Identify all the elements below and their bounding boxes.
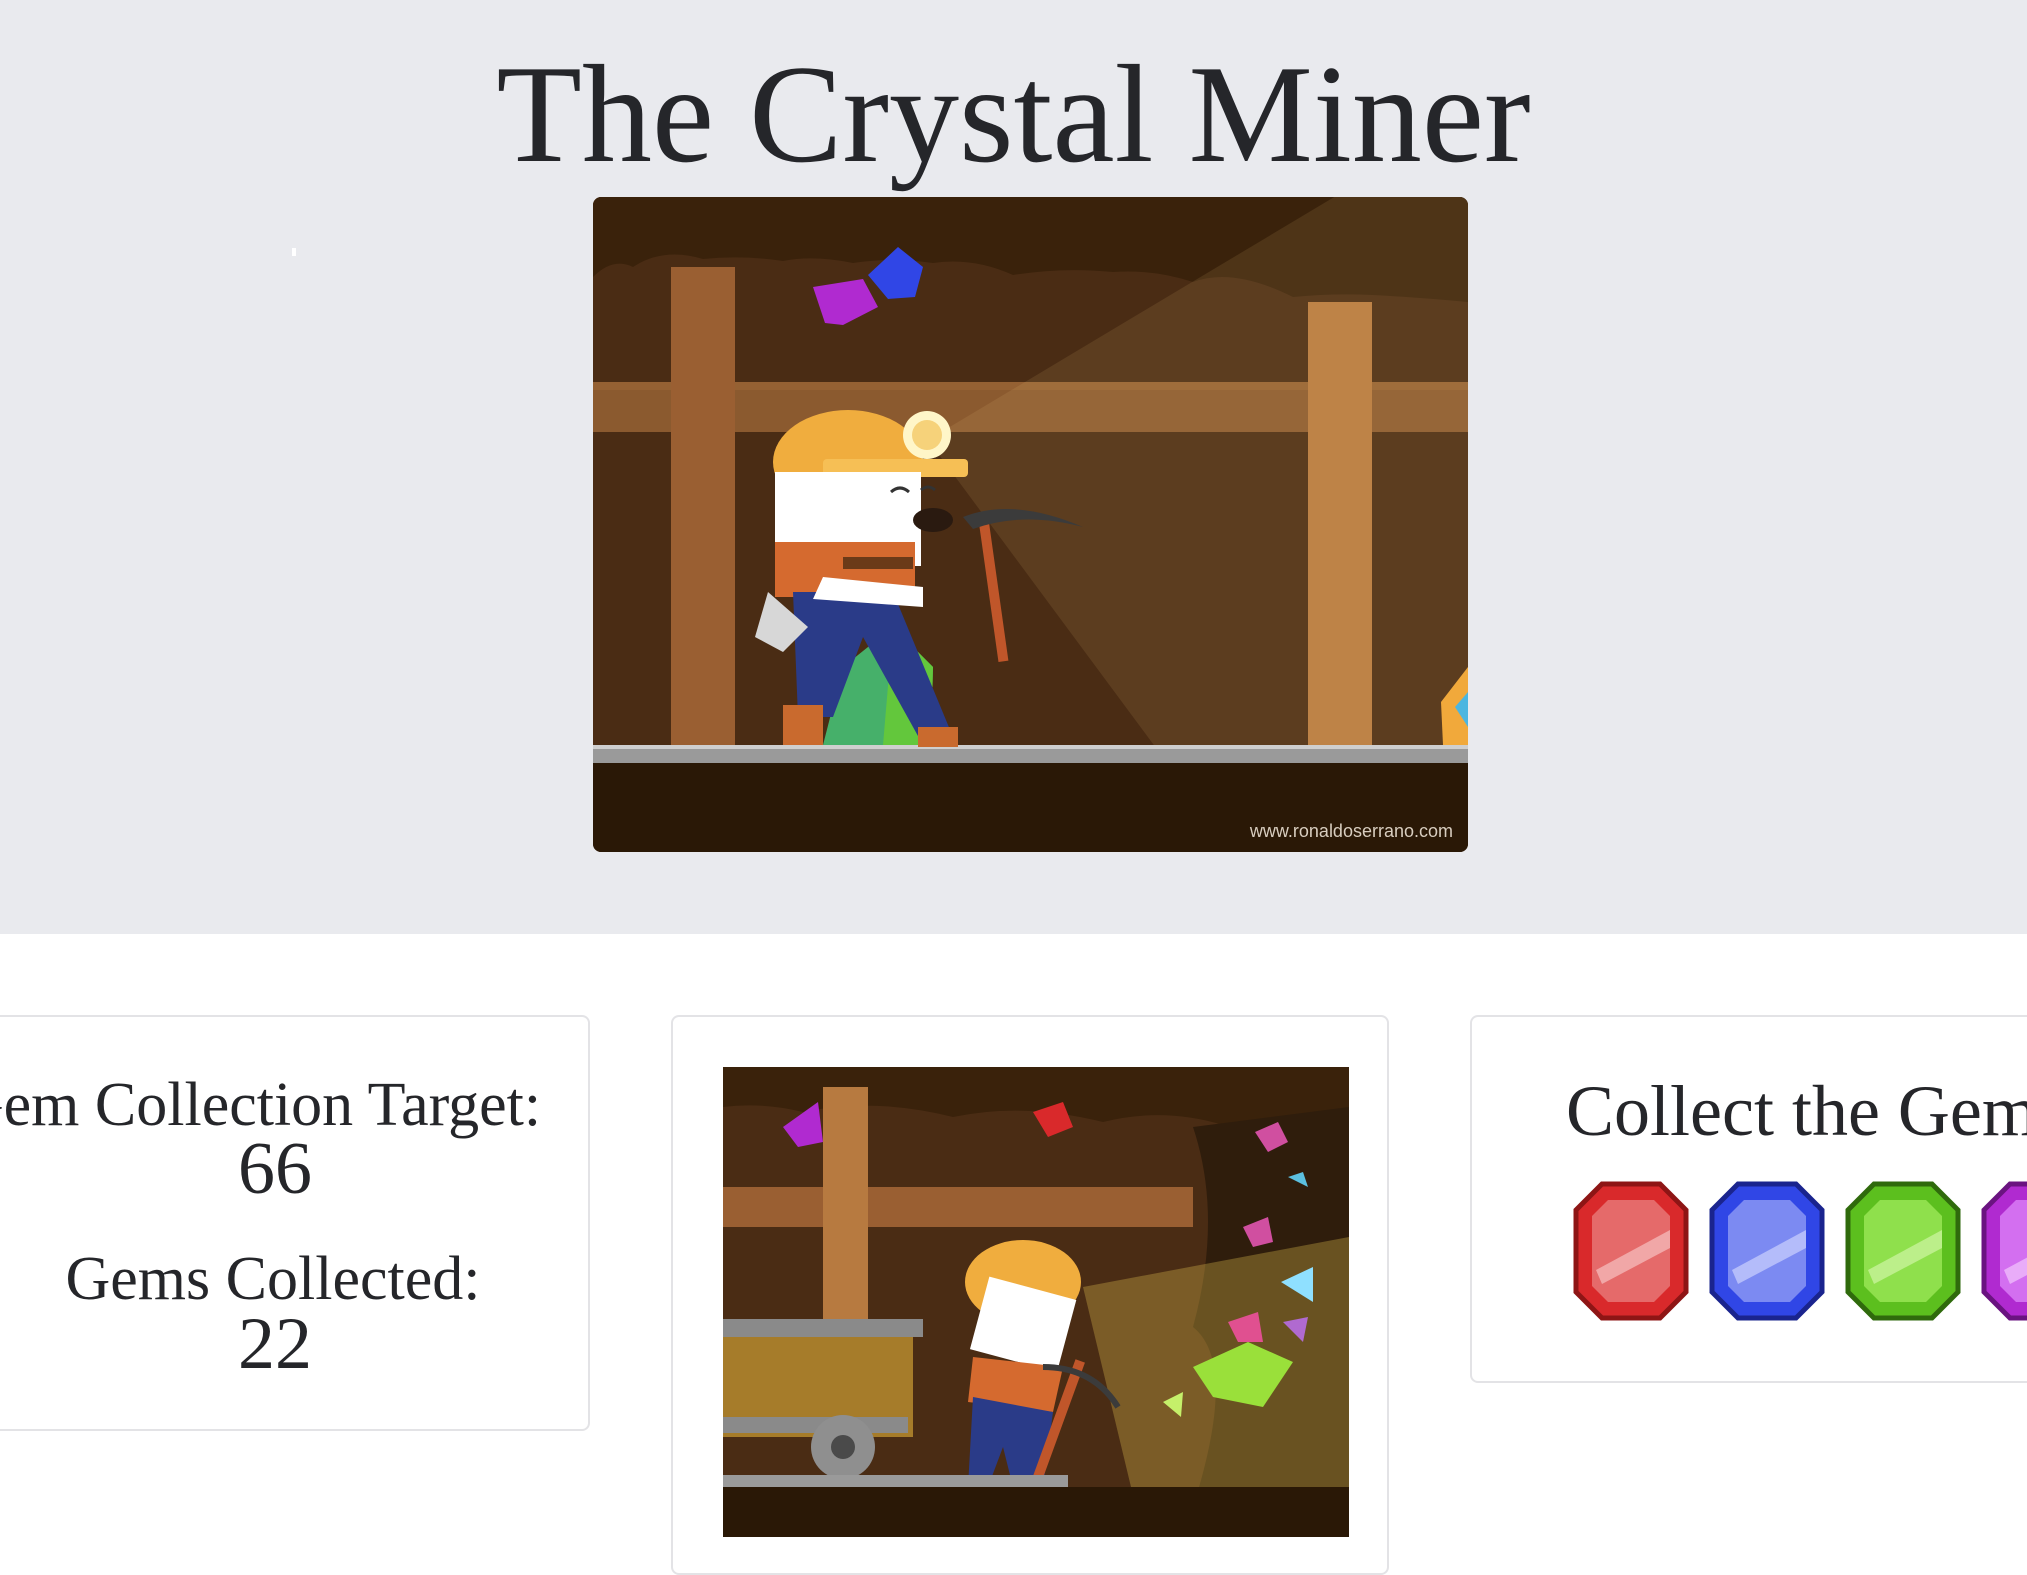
hero-watermark: www.ronaldoserrano.com <box>1249 821 1453 841</box>
blue-gem-icon <box>1709 1181 1825 1321</box>
page-title: The Crystal Miner <box>496 37 1531 192</box>
purple-gem-icon <box>1981 1181 2027 1321</box>
hero-image: www.ronaldoserrano.com <box>593 197 1468 852</box>
collect-card: Collect the Gems <box>1470 1015 2027 1383</box>
stats-card: Gem Collection Target: 66 Gems Collected… <box>0 1015 590 1431</box>
purple-gem-button[interactable] <box>1980 1180 2027 1322</box>
scene-image <box>723 1067 1349 1537</box>
blue-gem-button[interactable] <box>1708 1180 1826 1322</box>
green-gem-icon <box>1845 1181 1961 1321</box>
collected-value: 22 <box>238 1303 312 1385</box>
hero-section: The Crystal Miner www.ronaldoserrano.com <box>0 0 2027 934</box>
green-gem-button[interactable] <box>1844 1180 1962 1322</box>
collect-heading: Collect the Gems <box>1566 1071 2027 1151</box>
red-gem-icon <box>1573 1181 1689 1321</box>
decorative-speck <box>292 248 296 256</box>
target-value: 66 <box>238 1128 312 1210</box>
scene-card <box>671 1015 1389 1575</box>
red-gem-button[interactable] <box>1572 1180 1690 1322</box>
